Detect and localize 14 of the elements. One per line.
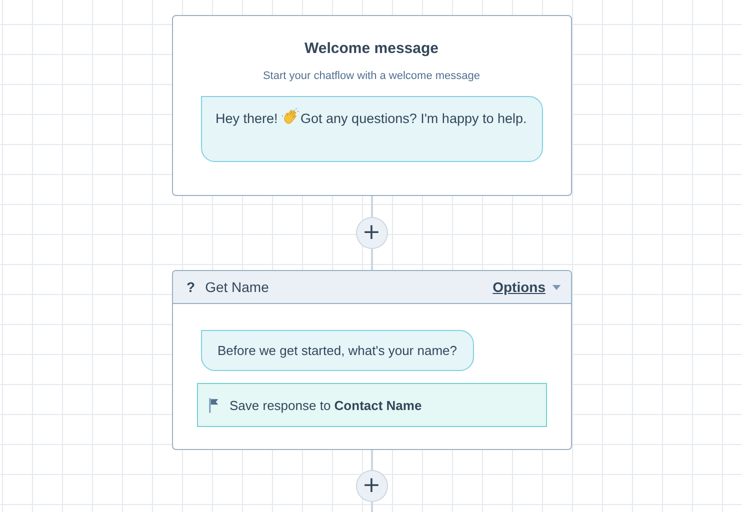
flag-icon (208, 398, 220, 413)
waving-hand-icon (282, 108, 300, 126)
card-subtitle: Start your chatflow with a welcome message (262, 70, 480, 82)
message-text: Got any questions? I'm happy to help. (300, 111, 527, 126)
message-text: Before we get started, what's your name? (218, 343, 457, 358)
question-mark-icon: ? (186, 279, 196, 296)
message-text: Hey there! (216, 111, 279, 126)
caret-icon (552, 284, 560, 290)
add-step-button[interactable]: + (356, 217, 388, 250)
add-step-button[interactable]: + (356, 470, 388, 502)
options-dropdown[interactable]: Options (492, 279, 560, 296)
save-response-text: Save response to Contact Name (230, 398, 422, 413)
card-title: Get Name (205, 279, 270, 296)
card-title: Welcome message (304, 40, 438, 57)
